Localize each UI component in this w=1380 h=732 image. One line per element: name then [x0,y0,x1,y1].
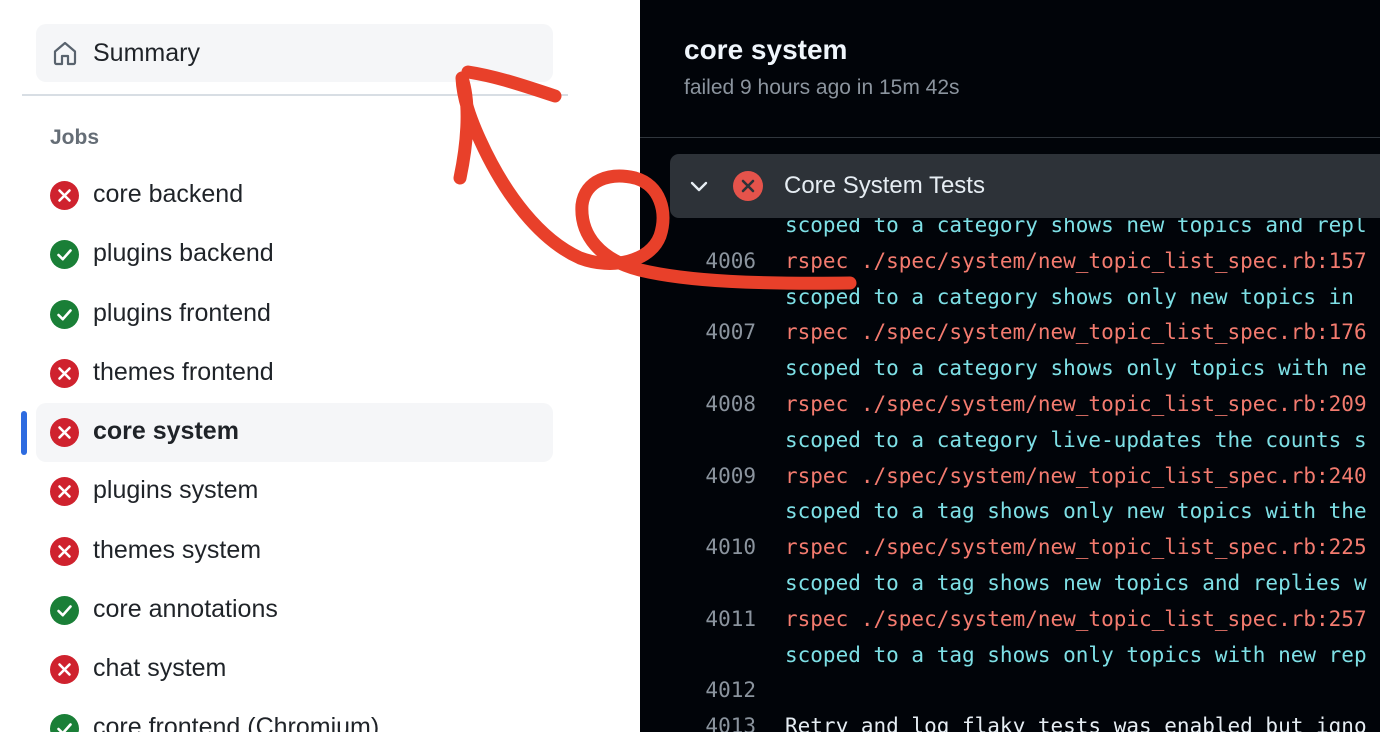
job-item[interactable]: themes frontend [0,344,640,403]
job-item[interactable]: core backend [0,166,640,225]
x-circle-icon [733,171,763,201]
log-line-text: rspec ./spec/system/new_topic_list_spec.… [785,463,1367,488]
job-name: themes system [93,535,262,564]
job-list: core backend plugins backend plugins front… [0,166,640,732]
job-item[interactable]: themes system [0,522,640,581]
job-name: core annotations [93,594,278,623]
job-log-panel: core system failed 9 hours ago in 15m 42… [640,0,1380,732]
job-item[interactable]: core system [0,403,640,462]
log-line-number[interactable]: 4013 [680,714,756,732]
log-line-number[interactable]: 4012 [680,678,756,702]
job-name: core system [93,417,239,445]
log-line-number[interactable]: 4006 [680,249,756,273]
job-item[interactable]: core annotations [0,581,640,640]
log-line-text: scoped to a tag shows only topics with n… [785,642,1367,667]
log-line: 4008 rspec ./spec/system/new_topic_list_s… [640,387,1380,423]
log-line-number[interactable]: 4007 [680,320,756,344]
x-circle-icon [50,655,79,684]
job-name: core backend [93,180,244,208]
log-line-text: rspec ./spec/system/new_topic_list_spec.… [785,320,1367,345]
job-name: chat system [93,654,227,682]
job-item[interactable]: chat system [0,640,640,699]
home-icon [52,40,78,66]
log-line: 4007 rspec ./spec/system/new_topic_list_s… [640,315,1380,351]
log-line: scoped to a category shows only topics w… [640,351,1380,387]
job-item[interactable]: plugins frontend [0,285,640,344]
x-circle-icon [50,358,79,388]
log-line-text: rspec ./spec/system/new_topic_list_spec.… [785,535,1367,560]
log-line: scoped to a category shows only new topi… [640,280,1380,316]
x-circle-icon [50,536,79,566]
log-line-text: rspec ./spec/system/new_topic_list_spec.… [785,391,1367,416]
job-name: plugins backend [93,239,274,268]
log-line-text: rspec ./spec/system/new_topic_list_spec.… [785,248,1367,273]
job-item[interactable]: core frontend (Chromium) [0,699,640,732]
sidebar-divider [22,94,568,96]
check-circle-icon [50,714,79,732]
step-header[interactable]: Core System Tests [670,154,1380,218]
summary-label: Summary [93,38,200,67]
log-line-number[interactable]: 4009 [680,464,756,488]
log-line-text: scoped to a category shows only topics w… [785,356,1367,381]
job-subtitle: failed 9 hours ago in 15m 42s [684,76,960,99]
log-line: 4013 Retry and log flaky tests was enable… [640,709,1380,732]
sidebar: Summary Jobs core backend plugins backend… [0,0,640,732]
log-line: 4012 [640,673,1380,709]
log-line: scoped to a tag shows new topics and rep… [640,566,1380,602]
job-name: plugins system [93,476,259,505]
log-line-text: Retry and log flaky tests was enabled bu… [785,714,1367,732]
x-circle-icon [50,181,79,210]
step-name: Core System Tests [784,172,985,199]
header-divider [640,137,1380,138]
log-line-number[interactable]: 4008 [680,392,756,416]
log-line-text: scoped to a category live-updates the co… [785,427,1367,452]
log-line-text: rspec ./spec/system/new_topic_list_spec.… [785,606,1367,631]
log-line: scoped to a tag shows only new topics wi… [640,494,1380,530]
chevron-down-icon[interactable] [688,175,710,197]
log-line: scoped to a tag shows only topics with n… [640,638,1380,674]
check-circle-icon [50,299,79,329]
check-circle-icon [50,240,79,270]
log-line-text: scoped to a tag shows new topics and rep… [785,570,1367,595]
log-line: 4011 rspec ./spec/system/new_topic_list_s… [640,602,1380,638]
log-line-number[interactable]: 4010 [680,535,756,559]
summary-link[interactable]: Summary [36,24,553,82]
x-circle-icon [50,477,79,507]
log-line: 4009 rspec ./spec/system/new_topic_list_s… [640,459,1380,495]
jobs-heading: Jobs [50,126,100,149]
log-line-text: scoped to a tag shows only new topics wi… [785,499,1367,524]
job-name: core frontend (Chromium) [93,713,380,732]
job-name: themes frontend [93,357,274,386]
job-item[interactable]: plugins system [0,462,640,521]
job-item[interactable]: plugins backend [0,225,640,284]
log-line-number[interactable]: 4011 [680,607,756,631]
job-title: core system [684,34,848,65]
active-indicator [21,411,27,455]
check-circle-icon [50,595,79,625]
x-circle-icon [50,418,79,447]
job-name: plugins frontend [93,298,271,327]
log-line: scoped to a category live-updates the co… [640,423,1380,459]
log-output: scoped to a category shows new topics an… [640,208,1380,732]
log-line: 4006 rspec ./spec/system/new_topic_list_s… [640,244,1380,280]
log-line: 4010 rspec ./spec/system/new_topic_list_s… [640,530,1380,566]
log-line-text: scoped to a category shows only new topi… [785,284,1354,309]
